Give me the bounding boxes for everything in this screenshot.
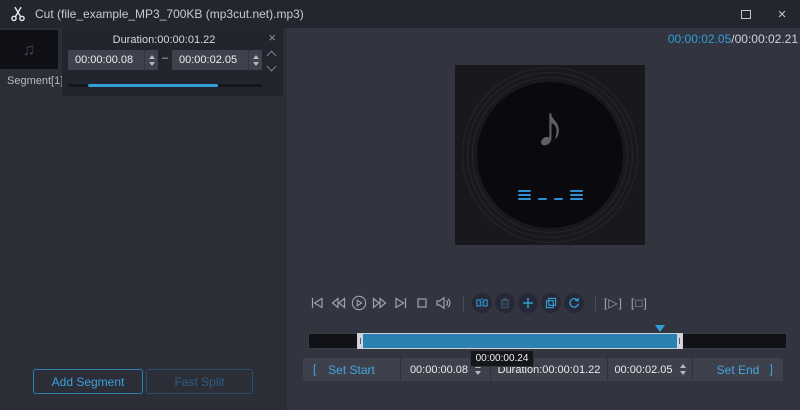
separator: [463, 295, 464, 311]
close-button[interactable]: ×: [764, 0, 800, 28]
time-tooltip: 00:00:00.24: [470, 350, 534, 367]
time-display: 00:00:02.05/00:00:02.21: [668, 32, 798, 46]
set-start-section: [ Set Start: [303, 358, 400, 381]
timeline-track[interactable]: [308, 333, 787, 349]
music-note-icon: ♪: [535, 94, 565, 159]
segment-label: Segment[1]: [7, 75, 64, 87]
move-segment-up-icon[interactable]: [266, 50, 277, 61]
selection-end-handle[interactable]: [677, 334, 682, 348]
end-time-input[interactable]: 00:00:02.05: [614, 364, 672, 376]
spinner-down-icon[interactable]: [475, 371, 482, 375]
separator: [595, 295, 596, 311]
end-time-spinner[interactable]: [679, 364, 686, 375]
spinner-up-icon[interactable]: [148, 54, 155, 59]
spinner-down-icon[interactable]: [252, 61, 259, 66]
maximize-icon: [741, 9, 751, 19]
spinner-up-icon[interactable]: [252, 54, 259, 59]
preview-panel: ♪ [▷] [□] 00:00:02.05/00:00:02.21 00:00:…: [287, 28, 800, 410]
cut-bar: [ Set Start 00:00:00.08 Duration:00:00:0…: [303, 358, 783, 381]
delete-segment-button[interactable]: [495, 293, 515, 313]
left-bracket: [: [313, 362, 317, 376]
spinner-up-icon[interactable]: [679, 364, 686, 368]
segment-range-bar: [68, 84, 262, 87]
cut-window: Cut (file_example_MP3_700KB (mp3cut.net)…: [0, 0, 800, 410]
current-time: 00:00:02.05: [667, 32, 732, 46]
move-segment-down-icon[interactable]: [266, 61, 277, 72]
total-time: /00:00:02.21: [731, 32, 798, 46]
fast-split-button[interactable]: Fast Split: [146, 369, 253, 394]
end-spinner[interactable]: [248, 50, 262, 70]
titlebar: Cut (file_example_MP3_700KB (mp3cut.net)…: [0, 0, 800, 28]
audio-artwork: ♪: [455, 65, 645, 245]
selection-start-handle[interactable]: [358, 334, 363, 348]
maximize-button[interactable]: [728, 0, 764, 28]
music-notes-icon: ♫: [22, 39, 36, 59]
start-time-input[interactable]: 00:00:00.08: [410, 364, 468, 376]
playhead-marker[interactable]: [655, 325, 665, 332]
segment-edit-card: Duration:00:00:01.22 00:00:00.08 – 00:00…: [62, 28, 283, 96]
fast-forward-button[interactable]: [371, 295, 388, 312]
volume-button[interactable]: [434, 295, 451, 312]
spinner-down-icon[interactable]: [148, 61, 155, 66]
start-spinner[interactable]: [144, 50, 158, 70]
reset-button[interactable]: [564, 293, 584, 313]
stop-button[interactable]: [413, 295, 430, 312]
scissors-icon: [10, 6, 26, 22]
segment-range-fill: [88, 84, 218, 87]
segment-panel: ♫ Segment[1] Duration:00:00:01.22 00:00:…: [0, 28, 287, 410]
skip-end-button[interactable]: [392, 295, 409, 312]
stop-clip-button[interactable]: [□]: [631, 296, 648, 310]
add-segment-button[interactable]: Add Segment: [33, 369, 143, 394]
play-button[interactable]: [350, 295, 367, 312]
skip-start-button[interactable]: [308, 295, 325, 312]
copy-button[interactable]: [541, 293, 561, 313]
segment-start-input[interactable]: 00:00:00.08: [68, 50, 158, 70]
range-dash: –: [161, 52, 169, 64]
segment-thumbnail[interactable]: ♫: [0, 30, 58, 69]
set-end-section: Set End ]: [692, 358, 783, 381]
timeline-selection[interactable]: [357, 333, 683, 349]
add-button[interactable]: [518, 293, 538, 313]
segment-end-input[interactable]: 00:00:02.05: [172, 50, 262, 70]
set-start-button[interactable]: Set Start: [328, 363, 375, 377]
remove-segment-button[interactable]: ×: [268, 31, 276, 44]
right-bracket: ]: [769, 362, 773, 376]
spinner-down-icon[interactable]: [679, 371, 686, 375]
split-button[interactable]: [472, 293, 492, 313]
equalizer-icon: [455, 190, 645, 200]
set-end-button[interactable]: Set End: [717, 363, 760, 377]
segment-duration: Duration:00:00:01.22: [112, 34, 216, 46]
window-title: Cut (file_example_MP3_700KB (mp3cut.net)…: [35, 7, 304, 21]
end-time-section: 00:00:02.05: [607, 358, 692, 381]
playback-controls: [▷] [□]: [308, 291, 800, 315]
play-clip-button[interactable]: [▷]: [604, 296, 623, 310]
rewind-button[interactable]: [329, 295, 346, 312]
